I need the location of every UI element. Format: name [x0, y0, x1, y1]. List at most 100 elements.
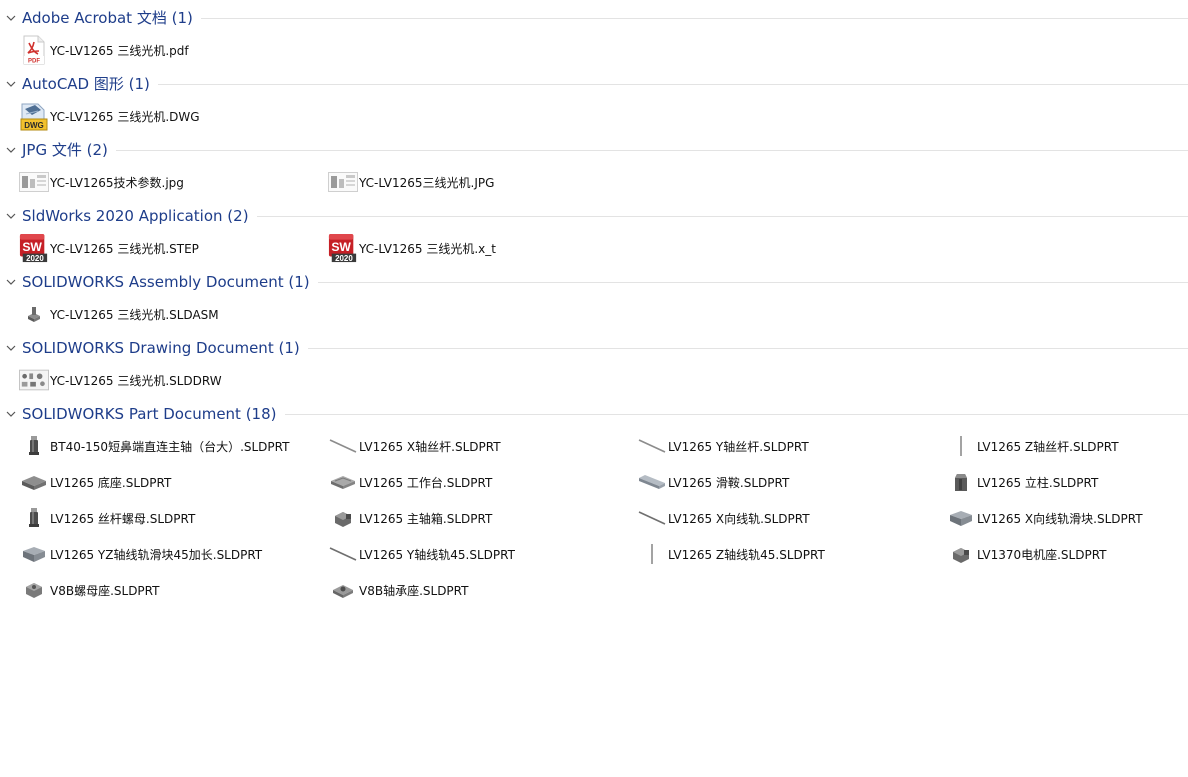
group-title: JPG 文件 (2)	[22, 141, 108, 159]
file-item[interactable]: LV1265 Y轴丝杆.SLDPRT	[637, 431, 809, 461]
file-item[interactable]: LV1370电机座.SLDPRT	[946, 539, 1107, 569]
group-items: YC-LV1265 三线光机.SLDDRW	[0, 364, 1188, 400]
group-header[interactable]: Adobe Acrobat 文档 (1)	[0, 1, 1188, 34]
column-part-icon	[946, 467, 976, 497]
svg-text:2020: 2020	[335, 254, 353, 263]
table-part-icon	[328, 467, 358, 497]
block-part-icon	[19, 467, 49, 497]
svg-text:DWG: DWG	[24, 121, 44, 130]
group-title: SOLIDWORKS Assembly Document (1)	[22, 272, 310, 291]
file-item[interactable]: YC-LV1265 三线光机.SLDDRW	[19, 365, 222, 395]
file-item[interactable]: LV1265 底座.SLDPRT	[19, 467, 171, 497]
image-thumbnail-icon	[19, 167, 49, 197]
image-thumbnail-icon	[328, 167, 358, 197]
file-item[interactable]: V8B螺母座.SLDPRT	[19, 575, 159, 605]
file-item[interactable]: LV1265 Y轴线轨45.SLDPRT	[328, 539, 515, 569]
file-item[interactable]: YC-LV1265三线光机.JPG	[328, 167, 494, 197]
file-group-solidworks-assembly-document: SOLIDWORKS Assembly Document (1) YC-LV126…	[0, 265, 1188, 334]
file-name: LV1265 底座.SLDPRT	[50, 475, 172, 490]
group-divider	[307, 348, 1188, 349]
headstock-part-icon	[328, 503, 358, 533]
file-item[interactable]: LV1265 工作台.SLDPRT	[328, 467, 492, 497]
file-name: YC-LV1265三线光机.JPG	[359, 175, 495, 190]
file-name: LV1265 丝杆螺母.SLDPRT	[50, 511, 196, 526]
file-item[interactable]: LV1265 Z轴丝杆.SLDPRT	[946, 431, 1119, 461]
group-divider	[317, 282, 1188, 283]
group-title: Adobe Acrobat 文档 (1)	[22, 9, 193, 27]
group-header[interactable]: SOLIDWORKS Drawing Document (1)	[0, 331, 1188, 364]
assembly-thumbnail-icon	[19, 299, 49, 329]
svg-text:SW: SW	[331, 240, 351, 254]
group-items: BT40-150短鼻端直连主轴（台大）.SLDPRT LV1265 X轴丝杆.SL…	[0, 430, 1188, 610]
file-explorer-grouped-view: Adobe Acrobat 文档 (1) PDF YC-LV1265 三线光机.pd…	[0, 0, 1188, 777]
file-item[interactable]: LV1265 X向线轨滑块.SLDPRT	[946, 503, 1143, 533]
dwg-icon: DWG	[19, 101, 49, 131]
chevron-down-icon[interactable]	[0, 1, 22, 34]
slider-block-part-icon	[946, 503, 976, 533]
group-divider	[157, 84, 1188, 85]
file-name: LV1265 X向线轨滑块.SLDPRT	[977, 511, 1143, 526]
group-header[interactable]: AutoCAD 图形 (1)	[0, 67, 1188, 100]
file-item[interactable]: DWG YC-LV1265 三线光机.DWG	[19, 101, 200, 131]
file-item[interactable]: LV1265 X轴丝杆.SLDPRT	[328, 431, 501, 461]
rail-diagonal-part-icon	[637, 503, 667, 533]
chevron-down-icon[interactable]	[0, 265, 22, 298]
solidworks-2020-icon: SW 2020	[328, 233, 358, 263]
screw-diagonal-part-icon	[328, 431, 358, 461]
chevron-down-icon[interactable]	[0, 397, 22, 430]
chevron-down-icon[interactable]	[0, 331, 22, 364]
chevron-down-icon[interactable]	[0, 199, 22, 232]
file-item[interactable]: LV1265 立柱.SLDPRT	[946, 467, 1098, 497]
file-name: LV1265 Y轴丝杆.SLDPRT	[668, 439, 809, 454]
rail-diagonal-part-icon	[328, 539, 358, 569]
file-item[interactable]: LV1265 主轴箱.SLDPRT	[328, 503, 492, 533]
file-item[interactable]: LV1265 滑鞍.SLDPRT	[637, 467, 789, 497]
file-item[interactable]: LV1265 X向线轨.SLDPRT	[637, 503, 810, 533]
file-item[interactable]: LV1265 丝杆螺母.SLDPRT	[19, 503, 195, 533]
file-group-sldworks-2020-application: SldWorks 2020 Application (2) SW 2020 YC-LV…	[0, 199, 1188, 268]
group-header[interactable]: SOLIDWORKS Part Document (18)	[0, 397, 1188, 430]
file-item[interactable]: LV1265 YZ轴线轨滑块45加长.SLDPRT	[19, 539, 262, 569]
group-header[interactable]: SOLIDWORKS Assembly Document (1)	[0, 265, 1188, 298]
file-name: YC-LV1265技术参数.jpg	[50, 175, 184, 190]
group-header[interactable]: SldWorks 2020 Application (2)	[0, 199, 1188, 232]
drawing-thumbnail-icon	[19, 365, 49, 395]
file-item[interactable]: LV1265 Z轴线轨45.SLDPRT	[637, 539, 825, 569]
chevron-down-icon[interactable]	[0, 67, 22, 100]
svg-text:2020: 2020	[26, 254, 44, 263]
file-item[interactable]: SW 2020 YC-LV1265 三线光机.x_t	[328, 233, 496, 263]
file-name: LV1265 立柱.SLDPRT	[977, 475, 1099, 490]
spindle-part-icon	[19, 503, 49, 533]
file-name: YC-LV1265 三线光机.DWG	[50, 109, 200, 124]
file-name: YC-LV1265 三线光机.SLDDRW	[50, 373, 222, 388]
group-title: AutoCAD 图形 (1)	[22, 75, 150, 93]
file-item[interactable]: YC-LV1265 三线光机.SLDASM	[19, 299, 219, 329]
file-group-adobe-acrobat: Adobe Acrobat 文档 (1) PDF YC-LV1265 三线光机.pd…	[0, 1, 1188, 70]
saddle-part-icon	[637, 467, 667, 497]
group-items: PDF YC-LV1265 三线光机.pdf	[0, 34, 1188, 70]
file-name: LV1265 Z轴丝杆.SLDPRT	[977, 439, 1119, 454]
file-name: LV1265 X向线轨.SLDPRT	[668, 511, 810, 526]
svg-text:SW: SW	[22, 240, 42, 254]
solidworks-2020-icon: SW 2020	[19, 233, 49, 263]
chevron-down-icon[interactable]	[0, 133, 22, 166]
file-group-solidworks-drawing-document: SOLIDWORKS Drawing Document (1) YC-LV1265…	[0, 331, 1188, 400]
group-header[interactable]: JPG 文件 (2)	[0, 133, 1188, 166]
file-name: LV1265 YZ轴线轨滑块45加长.SLDPRT	[50, 547, 263, 562]
file-name: LV1265 Y轴线轨45.SLDPRT	[359, 547, 515, 562]
group-items: DWG YC-LV1265 三线光机.DWG	[0, 100, 1188, 136]
file-name: LV1265 滑鞍.SLDPRT	[668, 475, 790, 490]
file-item[interactable]: PDF YC-LV1265 三线光机.pdf	[19, 35, 189, 65]
file-item[interactable]: YC-LV1265技术参数.jpg	[19, 167, 184, 197]
file-item[interactable]: BT40-150短鼻端直连主轴（台大）.SLDPRT	[19, 431, 289, 461]
pdf-icon: PDF	[19, 35, 49, 65]
file-group-solidworks-part-document: SOLIDWORKS Part Document (18) BT40-150短鼻端…	[0, 397, 1188, 610]
file-item[interactable]: V8B轴承座.SLDPRT	[328, 575, 468, 605]
group-items: YC-LV1265技术参数.jpg YC-LV1265三线光机.JPG	[0, 166, 1188, 202]
group-items: YC-LV1265 三线光机.SLDASM	[0, 298, 1188, 334]
file-name: V8B螺母座.SLDPRT	[50, 583, 160, 598]
group-title: SldWorks 2020 Application (2)	[22, 206, 249, 225]
file-name: LV1370电机座.SLDPRT	[977, 547, 1107, 562]
file-item[interactable]: SW 2020 YC-LV1265 三线光机.STEP	[19, 233, 199, 263]
file-name: YC-LV1265 三线光机.STEP	[50, 241, 199, 256]
